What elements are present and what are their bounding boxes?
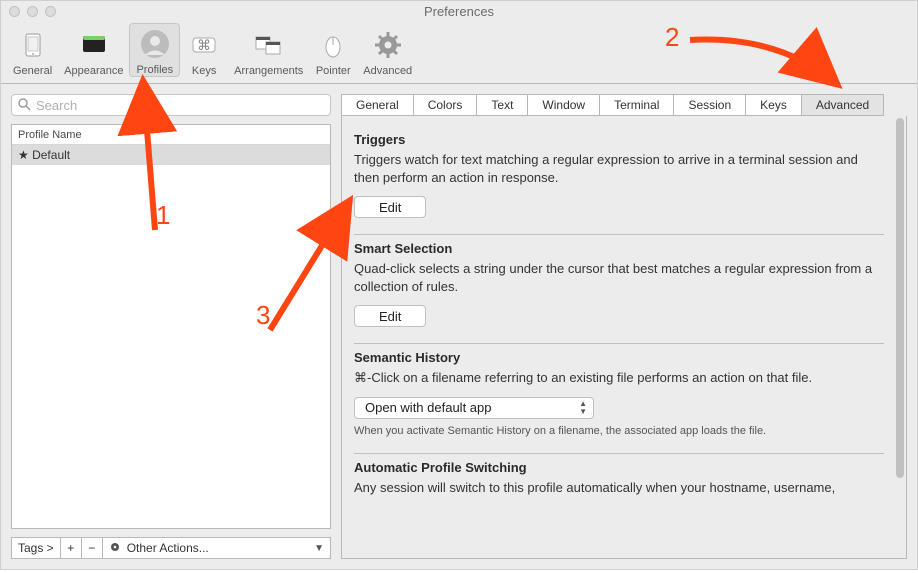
toolbar-label: Arrangements	[234, 65, 303, 77]
section-smart-selection: Smart Selection Quad-click selects a str…	[354, 235, 884, 344]
semantic-title: Semantic History	[354, 350, 884, 365]
profiles-rows: ★ Default	[12, 145, 330, 528]
other-actions-dropdown[interactable]: Other Actions... ▼	[102, 537, 331, 559]
profile-subtabs: General Colors Text Window Terminal Sess…	[341, 94, 907, 116]
advanced-gear-icon	[370, 27, 406, 63]
subtab-terminal[interactable]: Terminal	[600, 94, 674, 116]
toolbar-pointer[interactable]: Pointer	[309, 25, 357, 77]
scrollbar-thumb[interactable]	[896, 118, 904, 478]
profile-row-default[interactable]: ★ Default	[12, 145, 330, 165]
advanced-pane: Triggers Triggers watch for text matchin…	[341, 116, 907, 559]
scrollbar[interactable]	[890, 118, 904, 556]
toolbar-appearance[interactable]: Appearance	[58, 25, 129, 77]
svg-text:⌘: ⌘	[197, 37, 211, 53]
profiles-list: Profile Name ★ Default	[11, 124, 331, 529]
toolbar-label: Pointer	[316, 65, 351, 77]
smart-title: Smart Selection	[354, 241, 884, 256]
toolbar-arrangements[interactable]: Arrangements	[228, 25, 309, 77]
body: Profile Name ★ Default Tags > + − Other …	[1, 84, 917, 569]
subtab-window[interactable]: Window	[528, 94, 600, 116]
search-icon	[17, 97, 31, 114]
search-field-wrapper	[11, 94, 331, 116]
toolbar-advanced[interactable]: Advanced	[357, 25, 418, 77]
toolbar-keys[interactable]: ⌘ Keys	[180, 25, 228, 77]
profiles-icon	[137, 26, 173, 62]
toolbar-label: Appearance	[64, 65, 123, 77]
toolbar-general[interactable]: General	[7, 25, 58, 77]
add-profile-button[interactable]: +	[60, 537, 82, 559]
toolbar-label: Advanced	[363, 65, 412, 77]
profiles-sidebar: Profile Name ★ Default Tags > + − Other …	[11, 94, 331, 559]
autoprofile-title: Automatic Profile Switching	[354, 460, 884, 475]
triggers-title: Triggers	[354, 132, 884, 147]
profiles-bottom-bar: Tags > + − Other Actions... ▼	[11, 537, 331, 559]
section-triggers: Triggers Triggers watch for text matchin…	[354, 126, 884, 235]
toolbar-label: General	[13, 65, 52, 77]
tags-button[interactable]: Tags >	[11, 537, 61, 559]
select-stepper-icon: ▲▼	[579, 400, 587, 416]
autoprofile-desc: Any session will switch to this profile …	[354, 479, 884, 497]
window-title: Preferences	[1, 4, 917, 19]
profiles-column-header[interactable]: Profile Name	[12, 125, 330, 145]
advanced-scroll[interactable]: Triggers Triggers watch for text matchin…	[342, 116, 906, 558]
profile-content: General Colors Text Window Terminal Sess…	[341, 94, 907, 559]
section-auto-profile-switching: Automatic Profile Switching Any session …	[354, 454, 884, 513]
subtab-advanced[interactable]: Advanced	[802, 94, 884, 116]
keys-icon: ⌘	[186, 27, 222, 63]
subtab-keys[interactable]: Keys	[746, 94, 802, 116]
general-icon	[15, 27, 51, 63]
triggers-edit-button[interactable]: Edit	[354, 196, 426, 218]
semantic-note: When you activate Semantic History on a …	[354, 425, 884, 437]
subtab-text[interactable]: Text	[477, 94, 528, 116]
gear-icon	[109, 541, 121, 556]
toolbar-label: Profiles	[136, 64, 173, 76]
semantic-select-value: Open with default app	[365, 400, 491, 415]
appearance-icon	[76, 27, 112, 63]
section-semantic-history: Semantic History ⌘-Click on a filename r…	[354, 344, 884, 454]
preferences-window: Preferences General Appearance Profiles …	[0, 0, 918, 570]
other-actions-label: Other Actions...	[127, 541, 209, 555]
triggers-desc: Triggers watch for text matching a regul…	[354, 151, 884, 186]
titlebar: Preferences	[1, 1, 917, 19]
semantic-action-select[interactable]: Open with default app ▲▼	[354, 397, 594, 419]
chevron-down-icon: ▼	[314, 543, 324, 554]
subtab-session[interactable]: Session	[674, 94, 746, 116]
toolbar-profiles[interactable]: Profiles	[129, 23, 180, 77]
smart-edit-button[interactable]: Edit	[354, 305, 426, 327]
search-input[interactable]	[11, 94, 331, 116]
toolbar-label: Keys	[192, 65, 216, 77]
subtab-colors[interactable]: Colors	[414, 94, 478, 116]
toolbar: General Appearance Profiles ⌘ Keys Arran…	[1, 19, 917, 84]
semantic-desc: ⌘-Click on a filename referring to an ex…	[354, 369, 884, 387]
remove-profile-button[interactable]: −	[81, 537, 103, 559]
arrangements-icon	[251, 27, 287, 63]
smart-desc: Quad-click selects a string under the cu…	[354, 260, 884, 295]
pointer-icon	[315, 27, 351, 63]
subtab-general[interactable]: General	[341, 94, 414, 116]
